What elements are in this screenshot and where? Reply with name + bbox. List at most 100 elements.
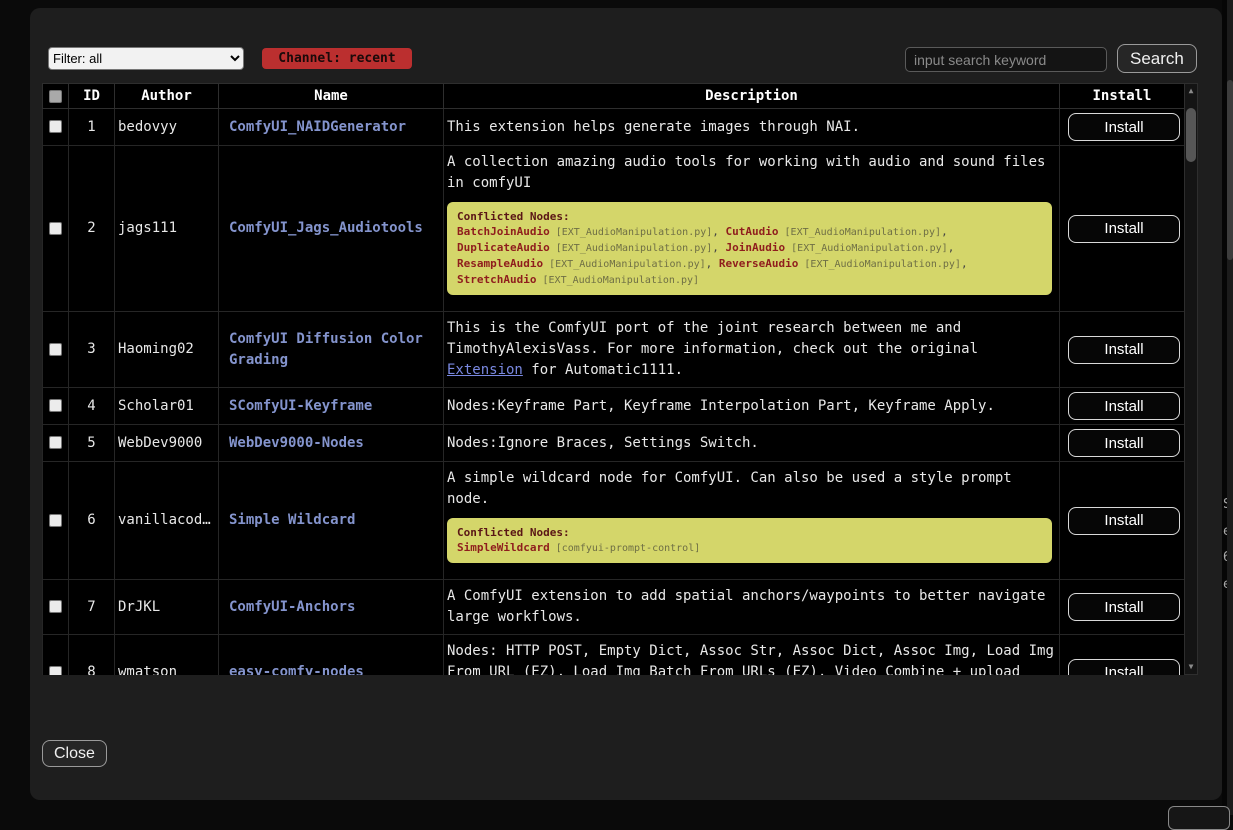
row-author: Haoming02 bbox=[115, 312, 219, 388]
search-button[interactable]: Search bbox=[1117, 44, 1197, 73]
row-description: Nodes: HTTP POST, Empty Dict, Assoc Str,… bbox=[444, 635, 1060, 676]
close-button[interactable]: Close bbox=[42, 740, 107, 767]
row-description: A simple wildcard node for ComfyUI. Can … bbox=[444, 462, 1060, 580]
row-id: 6 bbox=[69, 462, 115, 580]
node-name-link[interactable]: ComfyUI_Jags_Audiotools bbox=[229, 220, 423, 236]
conflict-node-name: BatchJoinAudio bbox=[457, 225, 550, 238]
conflict-node-ref: [EXT_AudioManipulation.py] bbox=[779, 227, 942, 238]
install-button[interactable]: Install bbox=[1068, 392, 1180, 420]
table-scrollbar[interactable]: ▲ ▼ bbox=[1184, 83, 1198, 675]
row-author: wmatson bbox=[115, 635, 219, 676]
table-row: 3 Haoming02 ComfyUI Diffusion Color Grad… bbox=[43, 312, 1185, 388]
install-button[interactable]: Install bbox=[1068, 215, 1180, 243]
page-scrollbar-thumb[interactable] bbox=[1227, 80, 1233, 260]
row-id: 4 bbox=[69, 388, 115, 425]
conflict-node-ref: [EXT_AudioManipulation.py] bbox=[536, 275, 699, 286]
install-button[interactable]: Install bbox=[1068, 507, 1180, 535]
description-text: Nodes:Ignore Braces, Settings Switch. bbox=[447, 433, 1056, 454]
row-checkbox[interactable] bbox=[49, 399, 62, 412]
row-checkbox[interactable] bbox=[49, 666, 62, 676]
install-custom-nodes-dialog: Filter: all Channel: recent Search ID Au… bbox=[30, 8, 1222, 800]
conflict-node-name: StretchAudio bbox=[457, 273, 536, 286]
table-row: 8 wmatson easy-comfy-nodes Nodes: HTTP P… bbox=[43, 635, 1185, 676]
description-text: A ComfyUI extension to add spatial ancho… bbox=[447, 586, 1056, 628]
description-text: A collection amazing audio tools for wor… bbox=[447, 152, 1056, 194]
select-all-checkbox[interactable] bbox=[49, 90, 62, 103]
row-description: A ComfyUI extension to add spatial ancho… bbox=[444, 580, 1060, 635]
row-author: jags111 bbox=[115, 146, 219, 312]
conflict-node-ref: [EXT_AudioManipulation.py] bbox=[550, 243, 713, 254]
scroll-up-arrow-icon[interactable]: ▲ bbox=[1185, 84, 1197, 98]
conflict-node-ref: [EXT_AudioManipulation.py] bbox=[785, 243, 948, 254]
description-text: Nodes:Keyframe Part, Keyframe Interpolat… bbox=[447, 396, 1056, 417]
filter-select[interactable]: Filter: all bbox=[48, 47, 244, 70]
node-name-link[interactable]: Simple Wildcard bbox=[229, 512, 355, 528]
nodes-table: ID Author Name Description Install 1 bed… bbox=[42, 83, 1184, 675]
conflict-node-name: SimpleWildcard bbox=[457, 541, 550, 554]
table-row: 6 vanillacode… Simple Wildcard A simple … bbox=[43, 462, 1185, 580]
description-text: This extension helps generate images thr… bbox=[447, 117, 1056, 138]
row-description: This extension helps generate images thr… bbox=[444, 109, 1060, 146]
conflict-node-name: ResampleAudio bbox=[457, 257, 543, 270]
conflict-node-ref: [EXT_AudioManipulation.py] bbox=[543, 259, 706, 270]
conflict-node-ref: [EXT_AudioManipulation.py] bbox=[798, 259, 961, 270]
row-checkbox[interactable] bbox=[49, 600, 62, 613]
table-row: 7 DrJKL ComfyUI-Anchors A ComfyUI extens… bbox=[43, 580, 1185, 635]
row-author: Scholar01 bbox=[115, 388, 219, 425]
description-text: A simple wildcard node for ComfyUI. Can … bbox=[447, 468, 1056, 510]
conflicted-nodes-box: Conflicted Nodes: BatchJoinAudio [EXT_Aud… bbox=[447, 202, 1052, 295]
table-row: 2 jags111 ComfyUI_Jags_Audiotools A coll… bbox=[43, 146, 1185, 312]
row-author: DrJKL bbox=[115, 580, 219, 635]
row-checkbox[interactable] bbox=[49, 436, 62, 449]
table-header-row: ID Author Name Description Install bbox=[43, 84, 1185, 109]
install-button[interactable]: Install bbox=[1068, 593, 1180, 621]
row-description: Nodes:Keyframe Part, Keyframe Interpolat… bbox=[444, 388, 1060, 425]
description-text: This is the ComfyUI port of the joint re… bbox=[447, 318, 1056, 381]
header-name: Name bbox=[219, 84, 444, 109]
row-checkbox[interactable] bbox=[49, 222, 62, 235]
row-author: WebDev9000 bbox=[115, 425, 219, 462]
row-checkbox[interactable] bbox=[49, 343, 62, 356]
install-button[interactable]: Install bbox=[1068, 113, 1180, 141]
node-name-link[interactable]: ComfyUI_NAIDGenerator bbox=[229, 119, 406, 135]
scroll-down-arrow-icon[interactable]: ▼ bbox=[1185, 660, 1197, 674]
conflict-node-ref: [EXT_AudioManipulation.py] bbox=[550, 227, 713, 238]
conflicted-nodes-title: Conflicted Nodes: bbox=[457, 526, 570, 539]
search-input[interactable] bbox=[905, 47, 1107, 72]
table-scrollbar-thumb[interactable] bbox=[1186, 108, 1196, 162]
conflicted-nodes-title: Conflicted Nodes: bbox=[457, 210, 570, 223]
row-description: Nodes:Ignore Braces, Settings Switch. bbox=[444, 425, 1060, 462]
row-checkbox[interactable] bbox=[49, 120, 62, 133]
conflict-node-name: JoinAudio bbox=[726, 241, 786, 254]
node-name-link[interactable]: easy-comfy-nodes bbox=[229, 664, 364, 675]
install-button[interactable]: Install bbox=[1068, 429, 1180, 457]
row-description: A collection amazing audio tools for wor… bbox=[444, 146, 1060, 312]
header-install: Install bbox=[1060, 84, 1185, 109]
header-id: ID bbox=[69, 84, 115, 109]
install-button[interactable]: Install bbox=[1068, 336, 1180, 364]
description-link[interactable]: Extension bbox=[447, 362, 523, 378]
nodes-table-body: 1 bedovyy ComfyUI_NAIDGenerator This ext… bbox=[43, 109, 1185, 676]
row-author: bedovyy bbox=[115, 109, 219, 146]
row-description: This is the ComfyUI port of the joint re… bbox=[444, 312, 1060, 388]
row-id: 5 bbox=[69, 425, 115, 462]
header-author: Author bbox=[115, 84, 219, 109]
conflict-node-ref: [comfyui-prompt-control] bbox=[550, 543, 701, 554]
table-row: 4 Scholar01 SComfyUI-Keyframe Nodes:Keyf… bbox=[43, 388, 1185, 425]
description-text: Nodes: HTTP POST, Empty Dict, Assoc Str,… bbox=[447, 641, 1056, 675]
node-name-link[interactable]: SComfyUI-Keyframe bbox=[229, 398, 372, 414]
node-name-link[interactable]: WebDev9000-Nodes bbox=[229, 435, 364, 451]
install-button[interactable]: Install bbox=[1068, 659, 1180, 676]
conflict-node-name: ReverseAudio bbox=[719, 257, 798, 270]
node-name-link[interactable]: ComfyUI-Anchors bbox=[229, 599, 355, 615]
row-checkbox[interactable] bbox=[49, 514, 62, 527]
node-name-link[interactable]: ComfyUI Diffusion Color Grading bbox=[229, 331, 423, 368]
page-scrollbar[interactable] bbox=[1227, 0, 1233, 815]
row-id: 1 bbox=[69, 109, 115, 146]
conflict-node-name: DuplicateAudio bbox=[457, 241, 550, 254]
row-id: 7 bbox=[69, 580, 115, 635]
row-id: 8 bbox=[69, 635, 115, 676]
table-row: 1 bedovyy ComfyUI_NAIDGenerator This ext… bbox=[43, 109, 1185, 146]
conflicted-nodes-box: Conflicted Nodes: SimpleWildcard [comfyui… bbox=[447, 518, 1052, 563]
table-row: 5 WebDev9000 WebDev9000-Nodes Nodes:Igno… bbox=[43, 425, 1185, 462]
